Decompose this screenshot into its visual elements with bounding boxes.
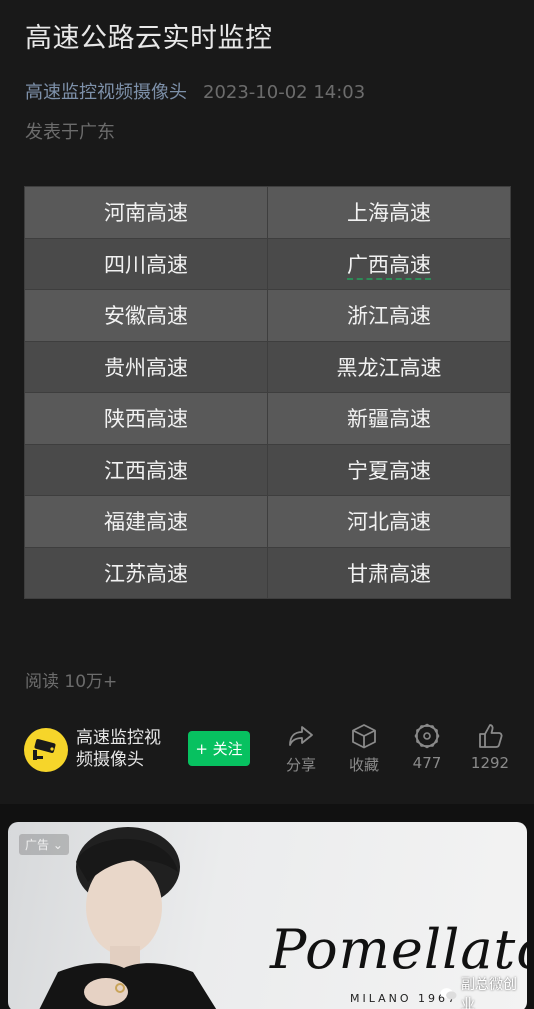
table-cell: 黑龙江高速 [267, 340, 511, 393]
ad-tag-label: 广告 [25, 838, 50, 852]
table-cell: 陕西高速 [24, 392, 268, 445]
publish-location: 发表于广东 [25, 122, 115, 143]
table-row: 贵州高速 黑龙江高速 [24, 340, 511, 393]
author-link[interactable]: 高速监控视频摄像头 [25, 78, 187, 104]
table-row: 河南高速 上海高速 [24, 186, 511, 239]
ad-banner[interactable]: 广告 ⌄ Pomellato MILANO 1967 副总微创业 [8, 822, 527, 1009]
share-button[interactable]: 分享 [275, 722, 327, 775]
account-name[interactable]: 高速监控视频摄像头 [76, 727, 176, 771]
share-icon [289, 726, 313, 746]
region-table: 河南高速 上海高速 四川高速 广西高速 安徽高速 浙江高速 贵州高速 黑龙江高速… [24, 186, 511, 599]
watermark: 副总微创业 [440, 974, 527, 1009]
read-count: 阅读 10万+ [25, 672, 118, 692]
table-cell: 河北高速 [267, 495, 511, 548]
article-page: 高速公路云实时监控 高速监控视频摄像头 2023-10-02 14:03 发表于… [0, 0, 534, 1009]
like-count: 1292 [470, 754, 510, 772]
publish-date: 2023-10-02 14:03 [203, 82, 366, 103]
wow-count: 477 [412, 754, 442, 772]
article-meta: 高速监控视频摄像头 2023-10-02 14:03 [25, 78, 365, 104]
table-cell: 上海高速 [267, 186, 511, 239]
wow-button[interactable]: 477 [401, 722, 453, 772]
cctv-camera-icon [33, 739, 56, 760]
table-cell: 河南高速 [24, 186, 268, 239]
avatar[interactable] [24, 728, 68, 772]
table-cell: 江苏高速 [24, 546, 268, 599]
table-cell: 新疆高速 [267, 392, 511, 445]
table-row: 福建高速 河北高速 [24, 495, 511, 548]
table-cell: 四川高速 [24, 237, 268, 290]
thumbs-up-icon [479, 724, 503, 748]
ad-tag[interactable]: 广告 ⌄ [19, 834, 69, 855]
table-cell: 贵州高速 [24, 340, 268, 393]
account-action-bar: 高速监控视频摄像头 + 关注 分享 收藏 477 1292 [24, 722, 514, 782]
table-row: 陕西高速 新疆高速 [24, 392, 511, 445]
table-cell: 甘肃高速 [267, 546, 511, 599]
brand-logo: Pomellato [270, 918, 527, 981]
table-row: 安徽高速 浙江高速 [24, 289, 511, 342]
article-title: 高速公路云实时监控 [25, 23, 273, 54]
like-button[interactable]: 1292 [464, 722, 516, 772]
watermark-text: 副总微创业 [460, 977, 517, 1009]
cube-icon [352, 724, 376, 749]
follow-button[interactable]: + 关注 [188, 731, 250, 766]
table-cell: 宁夏高速 [267, 443, 511, 496]
table-row: 江西高速 宁夏高速 [24, 443, 511, 496]
table-cell: 浙江高速 [267, 289, 511, 342]
table-cell: 安徽高速 [24, 289, 268, 342]
table-cell: 江西高速 [24, 443, 268, 496]
table-cell: 福建高速 [24, 495, 268, 548]
table-cell-link[interactable]: 广西高速 [347, 252, 431, 280]
favorite-button[interactable]: 收藏 [338, 722, 390, 775]
flower-icon [414, 723, 440, 749]
wechat-icon [440, 988, 457, 1000]
favorite-label: 收藏 [348, 756, 379, 774]
share-label: 分享 [285, 756, 316, 774]
table-row: 四川高速 广西高速 [24, 237, 511, 290]
table-row: 江苏高速 甘肃高速 [24, 546, 511, 599]
table-cell[interactable]: 广西高速 [267, 237, 511, 290]
ad-section: 广告 ⌄ Pomellato MILANO 1967 副总微创业 [0, 804, 534, 1009]
